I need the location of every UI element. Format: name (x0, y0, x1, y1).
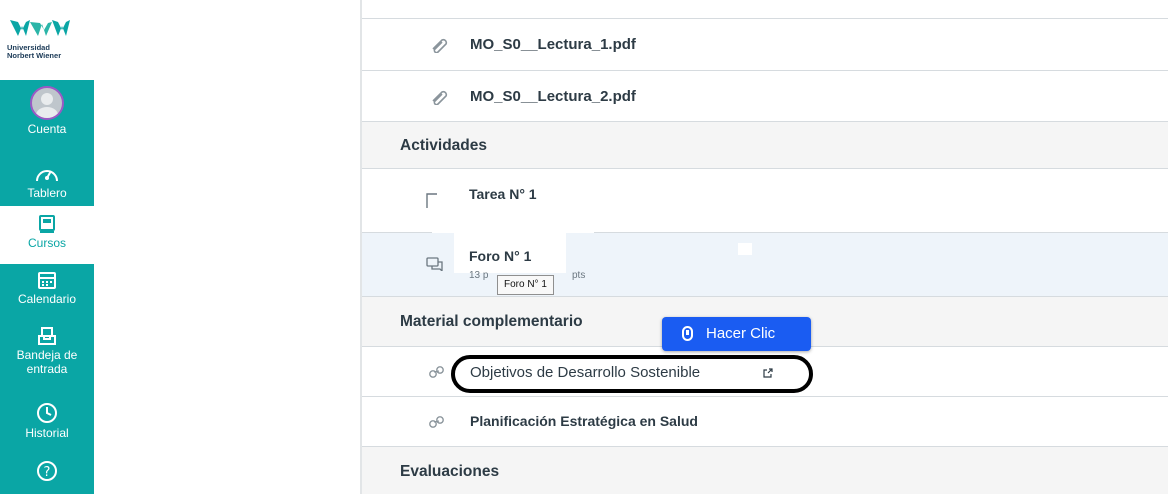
nav-courses-label: Cursos (27, 236, 66, 250)
svg-text:?: ? (44, 465, 51, 480)
tooltip: Foro N° 1 (497, 275, 554, 295)
logo-mark-icon (10, 20, 70, 36)
forum-title[interactable]: Foro N° 1 (469, 248, 531, 264)
module-item-task[interactable]: Tarea N° 1 (362, 169, 1168, 233)
help-icon: ? (37, 461, 57, 481)
calendar-icon (38, 272, 56, 289)
external-link-label[interactable]: Planificación Estratégica en Salud (470, 413, 698, 429)
module-item-link-2[interactable]: Planificación Estratégica en Salud (362, 397, 1168, 447)
module-header-evaluations[interactable]: Evaluaciones (362, 447, 1168, 494)
link-icon (429, 416, 444, 428)
nav-history[interactable]: Historial (0, 402, 94, 440)
module-header-title: Material complementario (400, 313, 583, 330)
nav-account[interactable]: Cuenta (0, 86, 94, 136)
module-item-file-1[interactable]: MO_S0__Lectura_1.pdf (362, 19, 1168, 71)
paperclip-icon (432, 90, 448, 105)
file-link-label[interactable]: MO_S0__Lectura_2.pdf (470, 88, 636, 105)
top-row-edge (362, 0, 1168, 19)
link-icon (429, 366, 444, 378)
avatar (30, 86, 64, 120)
nav-inbox[interactable]: Bandeja de entrada (0, 326, 94, 376)
clock-icon (37, 403, 57, 423)
module-header-title: Actividades (400, 137, 488, 154)
nav-dashboard[interactable]: Tablero (0, 164, 94, 200)
file-link-label[interactable]: MO_S0__Lectura_1.pdf (470, 36, 636, 53)
redaction-box (738, 243, 752, 255)
nav-dashboard-label: Tablero (27, 186, 67, 200)
forum-points-left: 13 p (469, 270, 489, 281)
module-item-forum[interactable]: Foro N° 1 13 p pts (362, 233, 1168, 297)
inbox-icon (38, 327, 56, 345)
nav-calendar[interactable]: Calendario (0, 270, 94, 306)
nav-calendar-label: Calendario (17, 292, 77, 306)
highlight-oval (451, 355, 813, 393)
discussion-icon (426, 257, 443, 271)
paperclip-icon (432, 38, 448, 53)
redaction-box (432, 211, 594, 233)
forum-points-right: pts (572, 270, 586, 281)
callout-label: Hacer Clic (706, 325, 776, 342)
hacer-clic-callout: Hacer Clic (662, 317, 811, 351)
mouse-icon (682, 326, 693, 341)
module-header-title: Evaluaciones (400, 463, 500, 480)
nav-inbox-label-line2: entrada (26, 362, 68, 376)
courses-book-icon (39, 215, 55, 233)
dashboard-gauge-icon (36, 170, 58, 182)
task-title[interactable]: Tarea N° 1 (469, 186, 537, 202)
university-logo[interactable]: Universidad Norbert Wiener (0, 0, 94, 80)
nav-account-label: Cuenta (27, 122, 67, 136)
module-header-activities[interactable]: Actividades (362, 122, 1168, 169)
module-item-file-2[interactable]: MO_S0__Lectura_2.pdf (362, 71, 1168, 122)
logo-text: Universidad Norbert Wiener (7, 43, 62, 60)
global-navigation: Cuenta Tablero Cursos Calendario Bandeja… (0, 80, 94, 494)
nav-courses[interactable]: Cursos (0, 206, 94, 264)
nav-history-label: Historial (25, 426, 69, 440)
nav-inbox-label-line1: Bandeja de (16, 348, 78, 362)
nav-help[interactable]: ? (0, 460, 94, 484)
assignment-icon (426, 193, 437, 208)
